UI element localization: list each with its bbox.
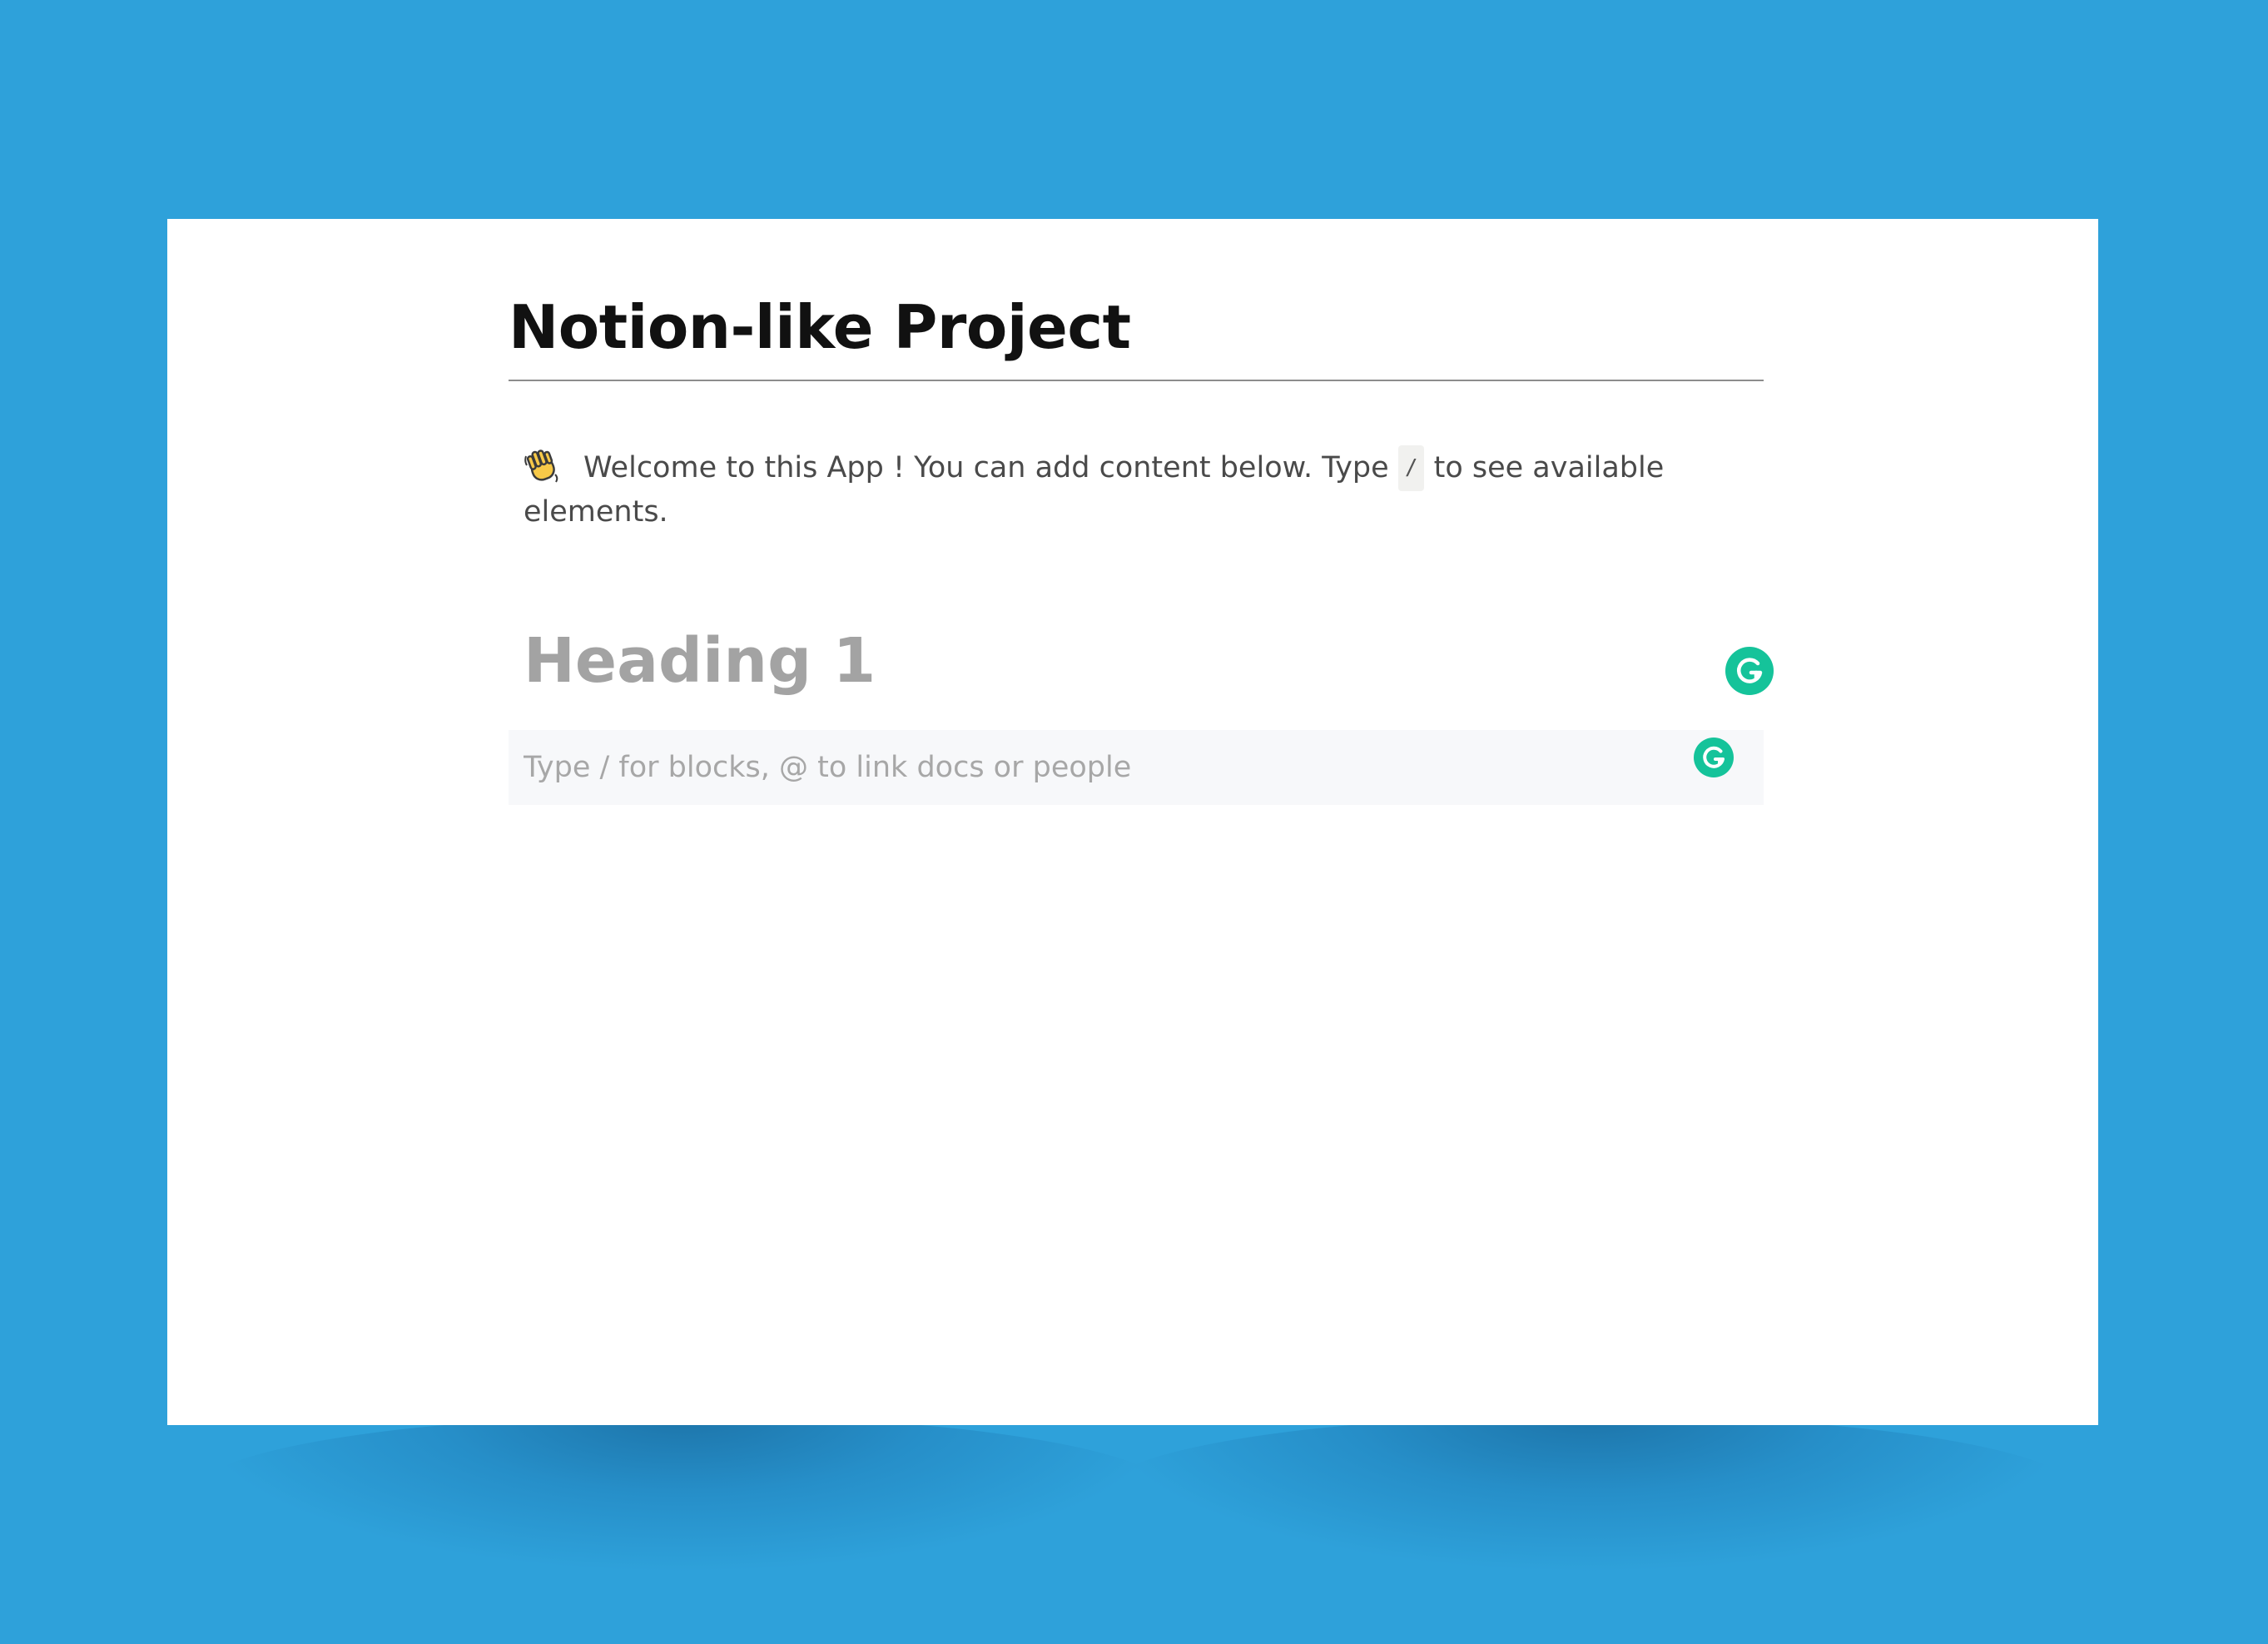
grammarly-g-icon[interactable]	[1694, 738, 1734, 777]
heading-1-placeholder[interactable]: Heading 1	[524, 615, 1764, 707]
text-block[interactable]	[509, 730, 1764, 805]
welcome-text-before: Welcome to this App ! You can add conten…	[583, 451, 1389, 484]
card-shadow-right	[1099, 1415, 2081, 1573]
block-input[interactable]	[524, 730, 1672, 805]
waving-hand-icon	[524, 448, 560, 484]
editor-card: Notion-like Project Welcome to this App …	[167, 219, 2098, 1425]
heading-1-block[interactable]: Heading 1	[524, 615, 1764, 707]
page-title[interactable]: Notion-like Project	[509, 286, 1764, 381]
grammarly-g-icon[interactable]	[1725, 647, 1774, 695]
card-shadow-left	[191, 1415, 1174, 1573]
welcome-message: Welcome to this App ! You can add conten…	[524, 445, 1705, 534]
slash-code-chip: /	[1397, 445, 1425, 491]
